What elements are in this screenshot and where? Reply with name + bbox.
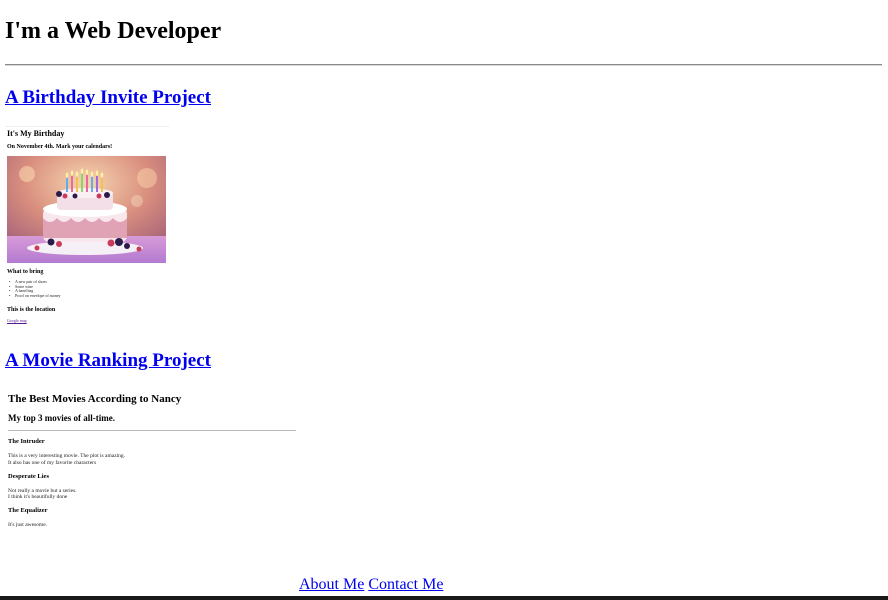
list-item: Proof on envelope of money (9, 293, 61, 299)
location-heading: This is the location (7, 307, 56, 313)
movie-title: The Best Movies According to Nancy (8, 393, 182, 405)
movie-description: I think it's beautifully done (8, 494, 68, 500)
divider (8, 430, 296, 431)
bring-list: A new pair of shoes Some wine A hand bag… (9, 279, 61, 299)
about-me-link[interactable]: About Me (299, 576, 364, 593)
footer-nav: About Me Contact Me (299, 575, 443, 595)
movie-subtitle: My top 3 movies of all-time. (8, 413, 115, 423)
movie-project-link[interactable]: A Movie Ranking Project (5, 349, 211, 373)
birthday-subheading: On November 4th. Mark your calendars! (7, 144, 113, 150)
movie-description: It's just awesome. (8, 522, 48, 528)
movie-description: This is a very interesting movie. The pl… (8, 453, 126, 459)
movie-description: It also has one of my favorite character… (8, 460, 97, 466)
birthday-preview: It's My Birthday On November 4th. Mark y… (5, 126, 169, 329)
movie-name: Desperate Lies (8, 473, 49, 480)
divider (5, 64, 882, 66)
contact-me-link[interactable]: Contact Me (368, 576, 443, 593)
page-title: I'm a Web Developer (5, 18, 222, 44)
birthday-heading: It's My Birthday (7, 129, 65, 138)
bring-heading: What to bring (7, 269, 44, 275)
google-map-link[interactable]: Google map (7, 318, 27, 323)
birthday-cake-image (7, 156, 166, 263)
bottom-bar (0, 596, 888, 600)
movie-name: The Intruder (8, 438, 45, 445)
movie-preview: The Best Movies According to Nancy My to… (5, 386, 300, 536)
birthday-project-link[interactable]: A Birthday Invite Project (5, 86, 211, 110)
movie-name: The Equalizer (8, 507, 48, 514)
